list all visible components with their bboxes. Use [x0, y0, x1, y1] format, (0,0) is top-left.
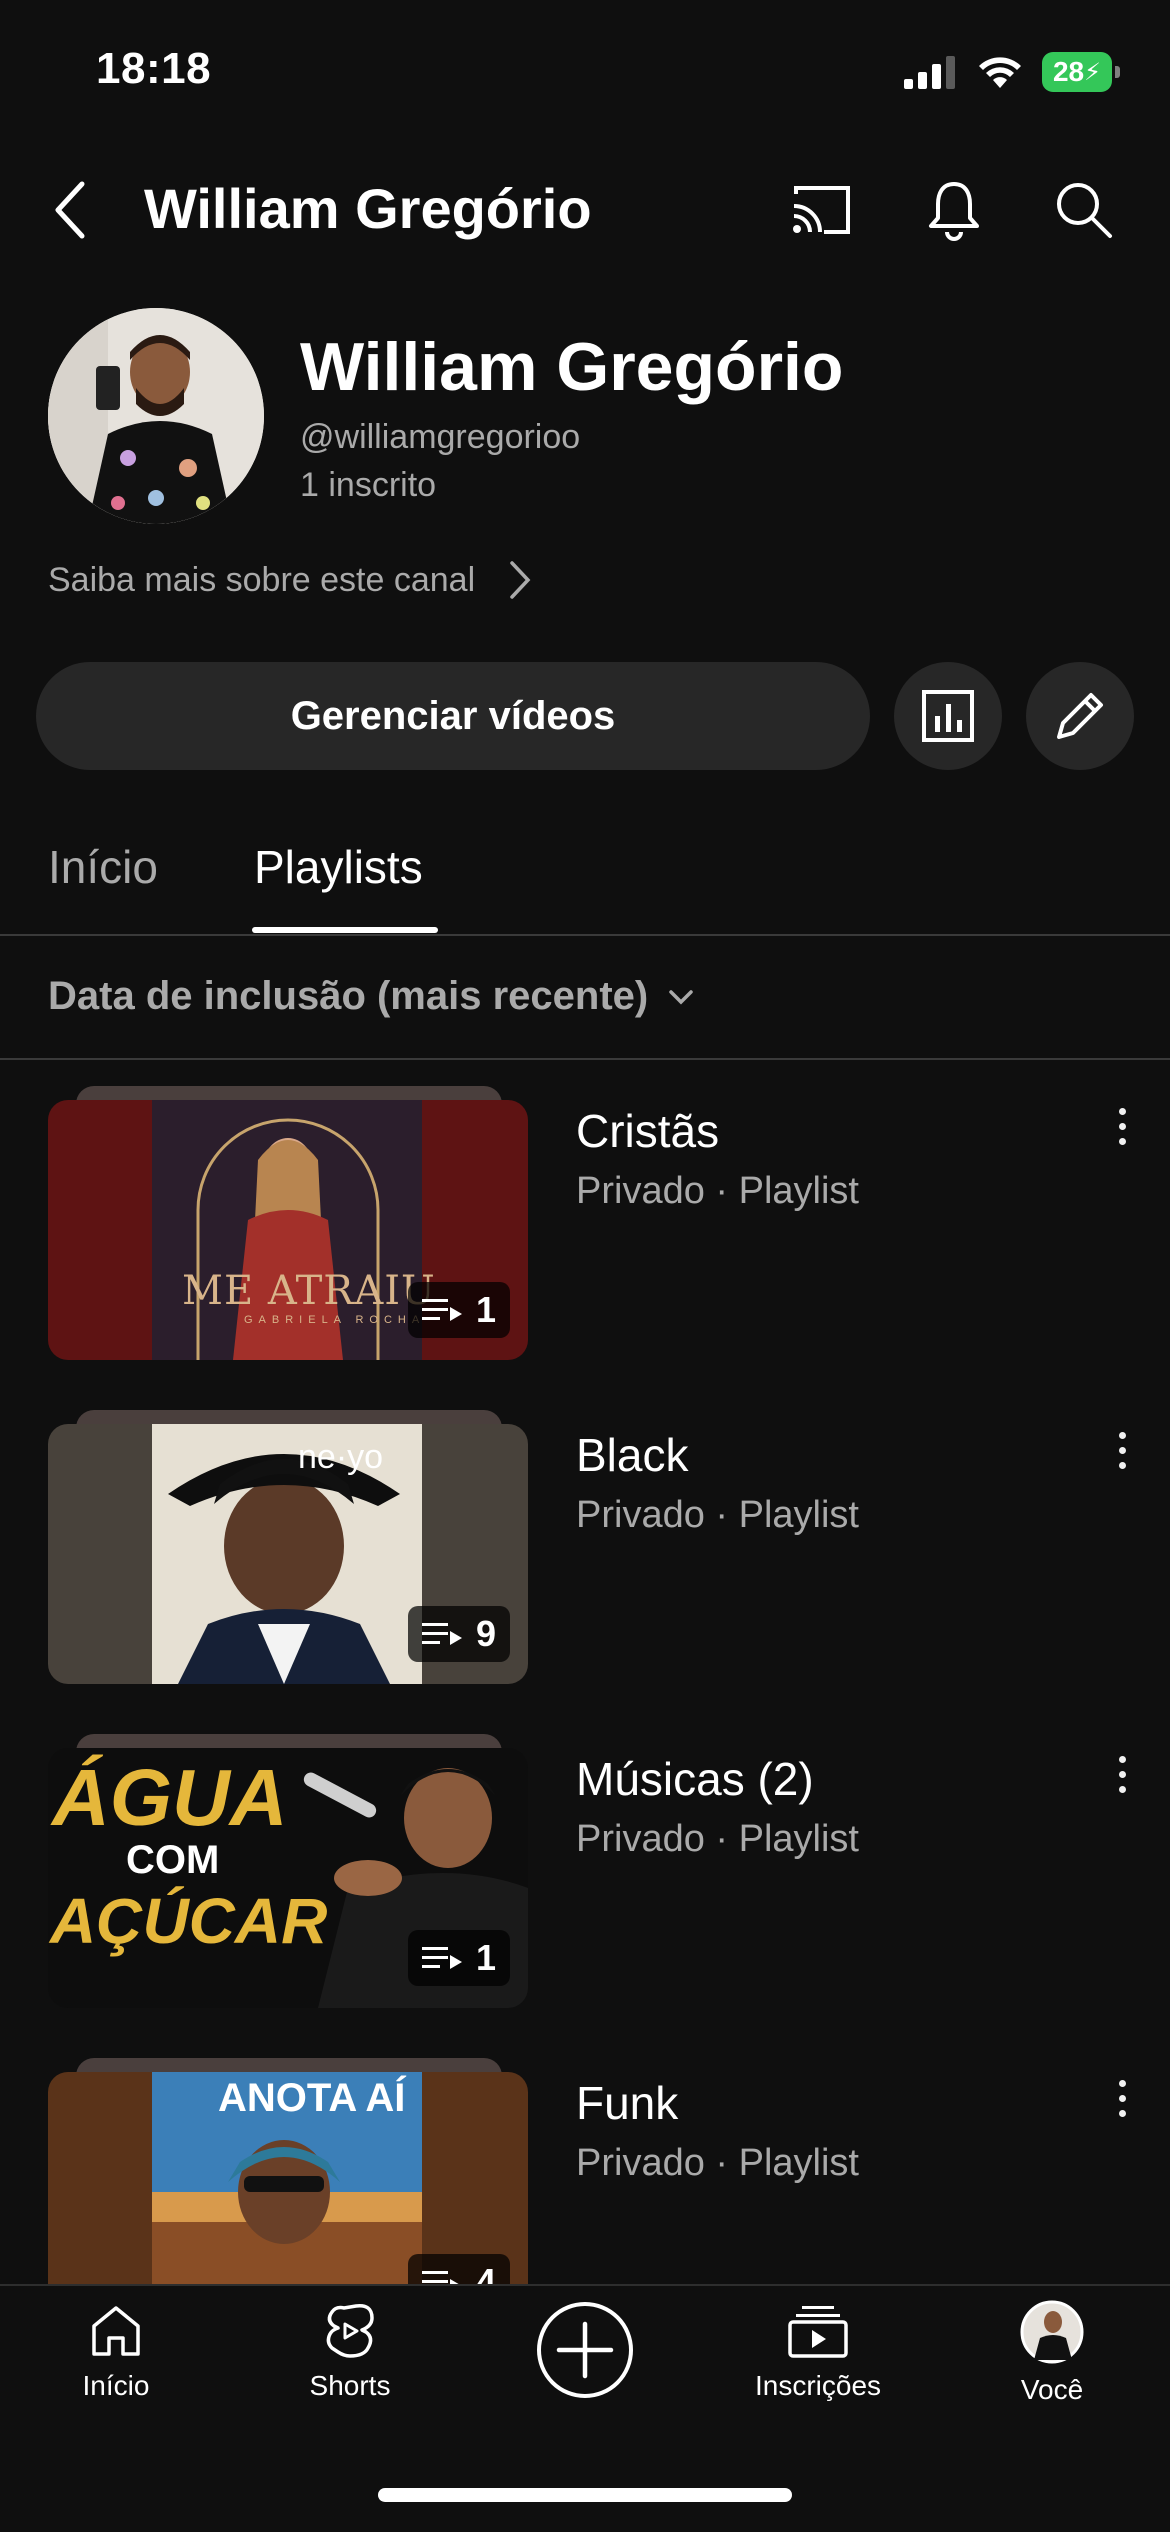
tabs-divider [0, 934, 1170, 936]
sort-label: Data de inclusão (mais recente) [48, 974, 649, 1018]
notifications-button[interactable] [914, 170, 994, 250]
nav-item-shorts[interactable]: Shorts [250, 2300, 450, 2402]
playlist-title[interactable]: Funk [576, 2076, 678, 2130]
more-options-button[interactable] [1100, 1096, 1144, 1156]
playlist-video-count: 1 [407, 1282, 510, 1338]
more-options-button[interactable] [1100, 1744, 1144, 1804]
search-button[interactable] [1044, 170, 1124, 250]
thumbnail-subtitle: GABRIELA ROCHA [244, 1314, 426, 1326]
manage-videos-button[interactable]: Gerenciar vídeos [36, 662, 870, 770]
nav-label: Shorts [309, 2370, 391, 2401]
playlist-count-value: 1 [475, 1289, 496, 1330]
subscriber-count: 1 inscrito [300, 466, 437, 504]
wifi-icon [979, 57, 1021, 88]
nav-label: Inscrições [754, 2370, 882, 2401]
playlist-thumbnail[interactable]: ÁGUA COM AÇÚCAR 1 [48, 1748, 528, 2008]
playlist-count-value: 1 [475, 1937, 496, 1978]
bell-icon [929, 182, 979, 241]
channel-avatar[interactable] [48, 308, 264, 524]
thumbnail-title: ÁGUA [52, 1753, 288, 1842]
header-title: William Gregório [144, 177, 592, 240]
cast-button[interactable] [782, 170, 862, 250]
thumbnail-title-2: COM [126, 1838, 220, 1882]
playlist-title[interactable]: Músicas (2) [576, 1752, 814, 1806]
playlist-thumbnail[interactable]: ME ATRAIU GABRIELA ROCHA 1 [48, 1100, 528, 1360]
about-channel-link[interactable]: Saiba mais sobre este canal [48, 560, 531, 600]
channel-avatar-image [48, 308, 264, 524]
cellular-signal-icon [904, 56, 955, 89]
nav-item-inicio[interactable]: Início [16, 2300, 216, 2402]
playlist-icon [421, 1947, 462, 1969]
chevron-down-icon [669, 989, 693, 1004]
profile-avatar [1020, 2300, 1084, 2364]
battery-level: 28 [1052, 56, 1085, 87]
more-options-button[interactable] [1100, 1420, 1144, 1480]
playlist-icon [421, 1623, 462, 1645]
chevron-right-icon [510, 561, 531, 599]
playlist-subtitle: Privado · Playlist [576, 1818, 859, 1860]
nav-label: Início [82, 2370, 150, 2401]
back-arrow-icon [55, 181, 85, 239]
create-button[interactable] [485, 2300, 685, 2400]
analytics-button[interactable] [894, 662, 1002, 770]
playlist-icon [421, 1299, 462, 1321]
playlist-count-value: 9 [475, 1613, 496, 1654]
playlist-title[interactable]: Cristãs [576, 1104, 719, 1158]
back-button[interactable] [30, 170, 110, 250]
nav-label: Você [1020, 2374, 1084, 2405]
playlist-subtitle: Privado · Playlist [576, 2142, 859, 2184]
cast-icon [793, 186, 850, 234]
thumbnail-title: ANOTA AÍ [218, 2076, 406, 2120]
playlist-subtitle: Privado · Playlist [576, 1494, 859, 1536]
tab-playlists[interactable]: Playlists [254, 840, 423, 894]
home-icon [92, 2306, 140, 2356]
subscriptions-icon [788, 2306, 848, 2358]
edit-channel-button[interactable] [1026, 662, 1134, 770]
status-icons: 28 ⚡ [904, 50, 1120, 94]
thumbnail-title-3: AÇÚCAR [50, 1885, 328, 1957]
analytics-icon [922, 690, 974, 742]
about-channel-label: Saiba mais sobre este canal [48, 560, 476, 599]
home-indicator [378, 2488, 792, 2502]
tab-inicio[interactable]: Início [48, 840, 158, 894]
more-options-button[interactable] [1100, 2068, 1144, 2128]
active-tab-indicator [252, 927, 438, 933]
playlist-thumbnail[interactable]: ne·yo 9 [48, 1424, 528, 1684]
sort-divider [0, 1058, 1170, 1060]
battery-indicator: 28 ⚡ [1042, 52, 1120, 92]
channel-name: William Gregório [300, 329, 844, 405]
sort-dropdown[interactable]: Data de inclusão (mais recente) [48, 974, 694, 1019]
playlist-video-count: 9 [407, 1606, 510, 1662]
playlist-subtitle: Privado · Playlist [576, 1170, 859, 1212]
playlist-video-count: 1 [407, 1930, 510, 1986]
manage-videos-label: Gerenciar vídeos [290, 693, 616, 738]
shorts-icon [326, 2304, 374, 2358]
search-icon [1057, 183, 1112, 238]
nav-item-voce[interactable]: Você [952, 2300, 1152, 2406]
thumbnail-title: ne·yo [298, 1438, 384, 1476]
thumbnail-title: ME ATRAIU [182, 1268, 436, 1314]
status-time: 18:18 [96, 44, 212, 93]
channel-handle: @williamgregorioo [300, 418, 581, 456]
create-icon [537, 2302, 633, 2398]
pencil-icon [1057, 693, 1103, 739]
playlist-title[interactable]: Black [576, 1428, 688, 1482]
nav-item-inscricoes[interactable]: Inscrições [718, 2300, 918, 2402]
